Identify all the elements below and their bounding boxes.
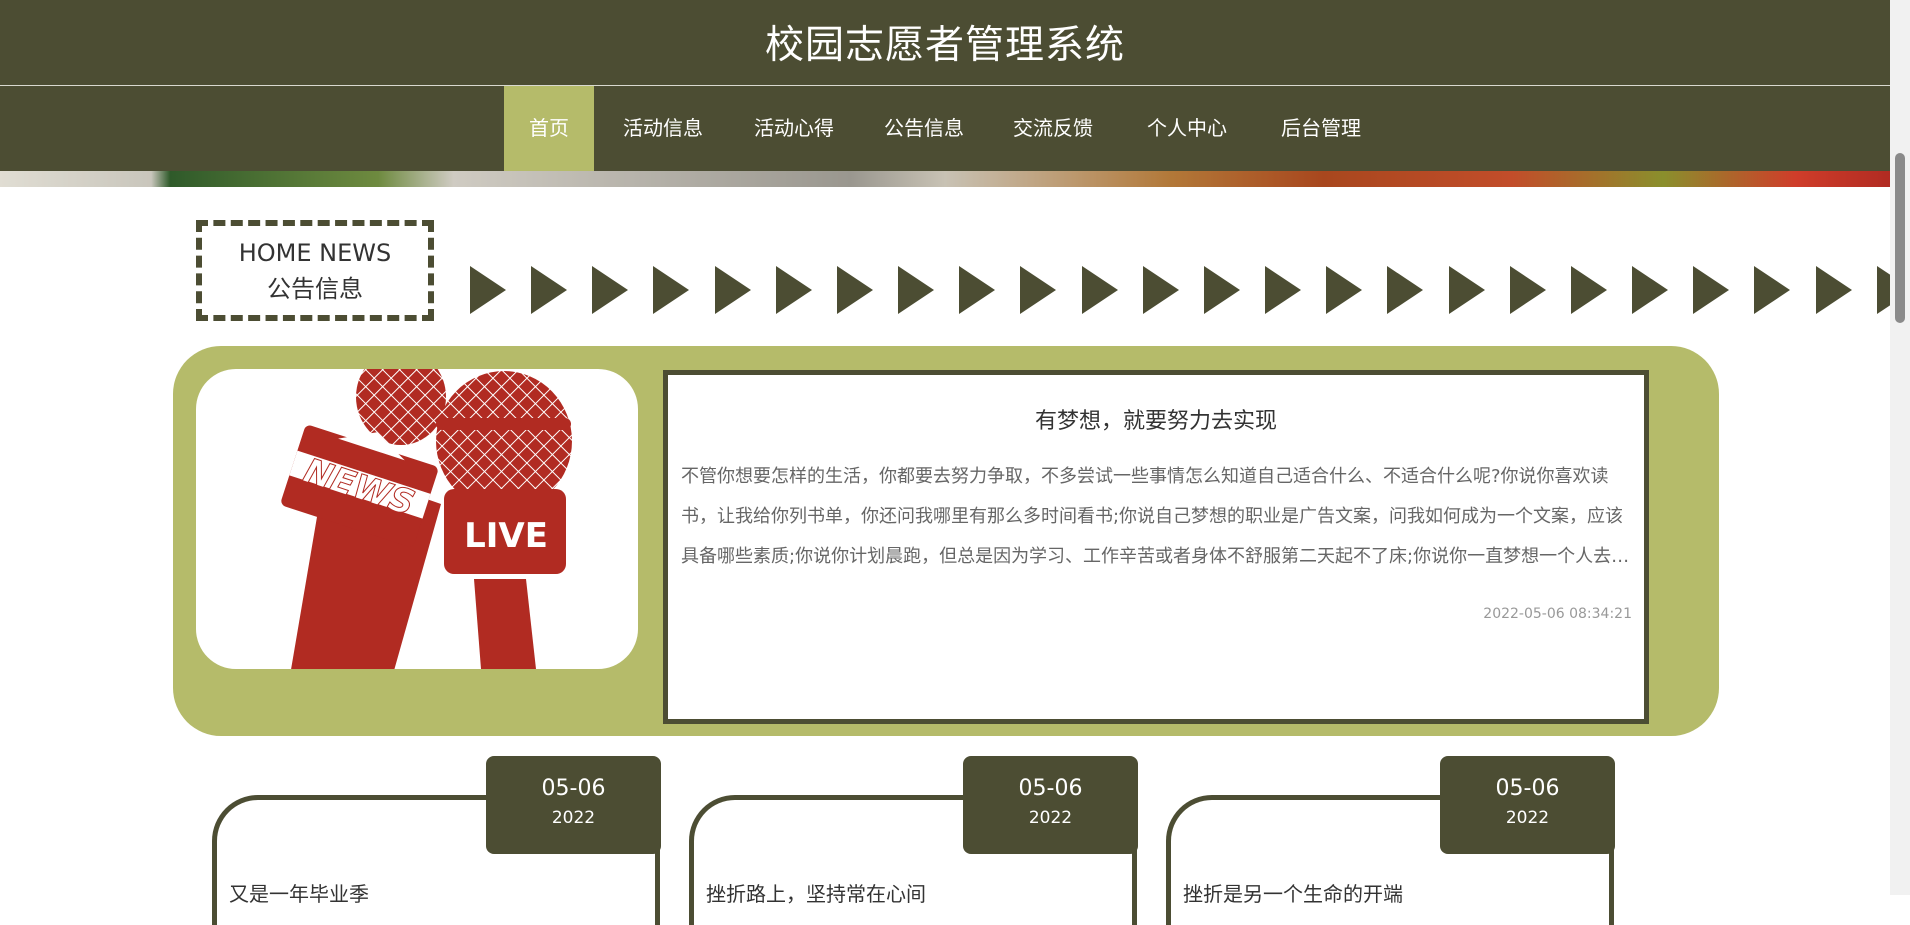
news-year: 2022 [1028,808,1073,828]
news-date-badge: 05-06 2022 [486,756,661,854]
nav-item-activity-notes[interactable]: 活动心得 [741,86,847,171]
news-title[interactable]: 又是一年毕业季 [229,878,369,907]
nav-item-feedback[interactable]: 交流反馈 [1000,86,1106,171]
featured-news-title[interactable]: 有梦想，就要努力去实现 [668,403,1644,435]
featured-news-excerpt: 不管你想要怎样的生活，你都要去努力争取，不多尝试一些事情怎么知道自己适合什么、不… [681,466,1630,567]
news-year: 2022 [1505,808,1550,828]
banner-image [0,171,1890,187]
main-nav: 首页 活动信息 活动心得 公告信息 交流反馈 个人中心 后台管理 [0,86,1890,171]
news-day: 05-06 [1018,776,1083,801]
arrow-decoration [470,266,1890,318]
site-title: 校园志愿者管理系统 [764,22,1125,68]
nav-item-announcements[interactable]: 公告信息 [871,86,977,171]
news-date-badge: 05-06 2022 [963,756,1138,854]
news-day: 05-06 [541,776,606,801]
news-title[interactable]: 挫折路上，坚持常在心间 [706,878,926,907]
section-heading: HOME NEWS 公告信息 [196,220,434,321]
news-day: 05-06 [1495,776,1560,801]
news-year: 2022 [551,808,596,828]
page-scrollbar[interactable] [1890,0,1910,895]
news-date-badge: 05-06 2022 [1440,756,1615,854]
section-title-cn: 公告信息 [267,274,363,303]
scrollbar-thumb[interactable] [1895,153,1905,323]
featured-news-date: 2022-05-06 08:34:21 [1483,606,1632,622]
news-mic-icon: NEWS [281,369,446,669]
nav-item-activity-info[interactable]: 活动信息 [610,86,716,171]
nav-item-home[interactable]: 首页 [504,86,594,171]
svg-text:LIVE: LIVE [464,516,548,556]
section-title-en: HOME NEWS [238,238,392,267]
nav-item-personal-center[interactable]: 个人中心 [1134,86,1240,171]
live-mic-icon: LIVE [436,371,572,669]
featured-news-image[interactable]: NEWS LIVE [196,369,638,669]
top-header: 校园志愿者管理系统 [0,0,1890,85]
news-title[interactable]: 挫折是另一个生命的开端 [1183,878,1403,907]
featured-news-card[interactable]: 有梦想，就要努力去实现 不管你想要怎样的生活，你都要去努力争取，不多尝试一些事情… [663,370,1649,724]
microphones-illustration: NEWS LIVE [281,369,572,669]
nav-item-admin[interactable]: 后台管理 [1268,86,1374,171]
